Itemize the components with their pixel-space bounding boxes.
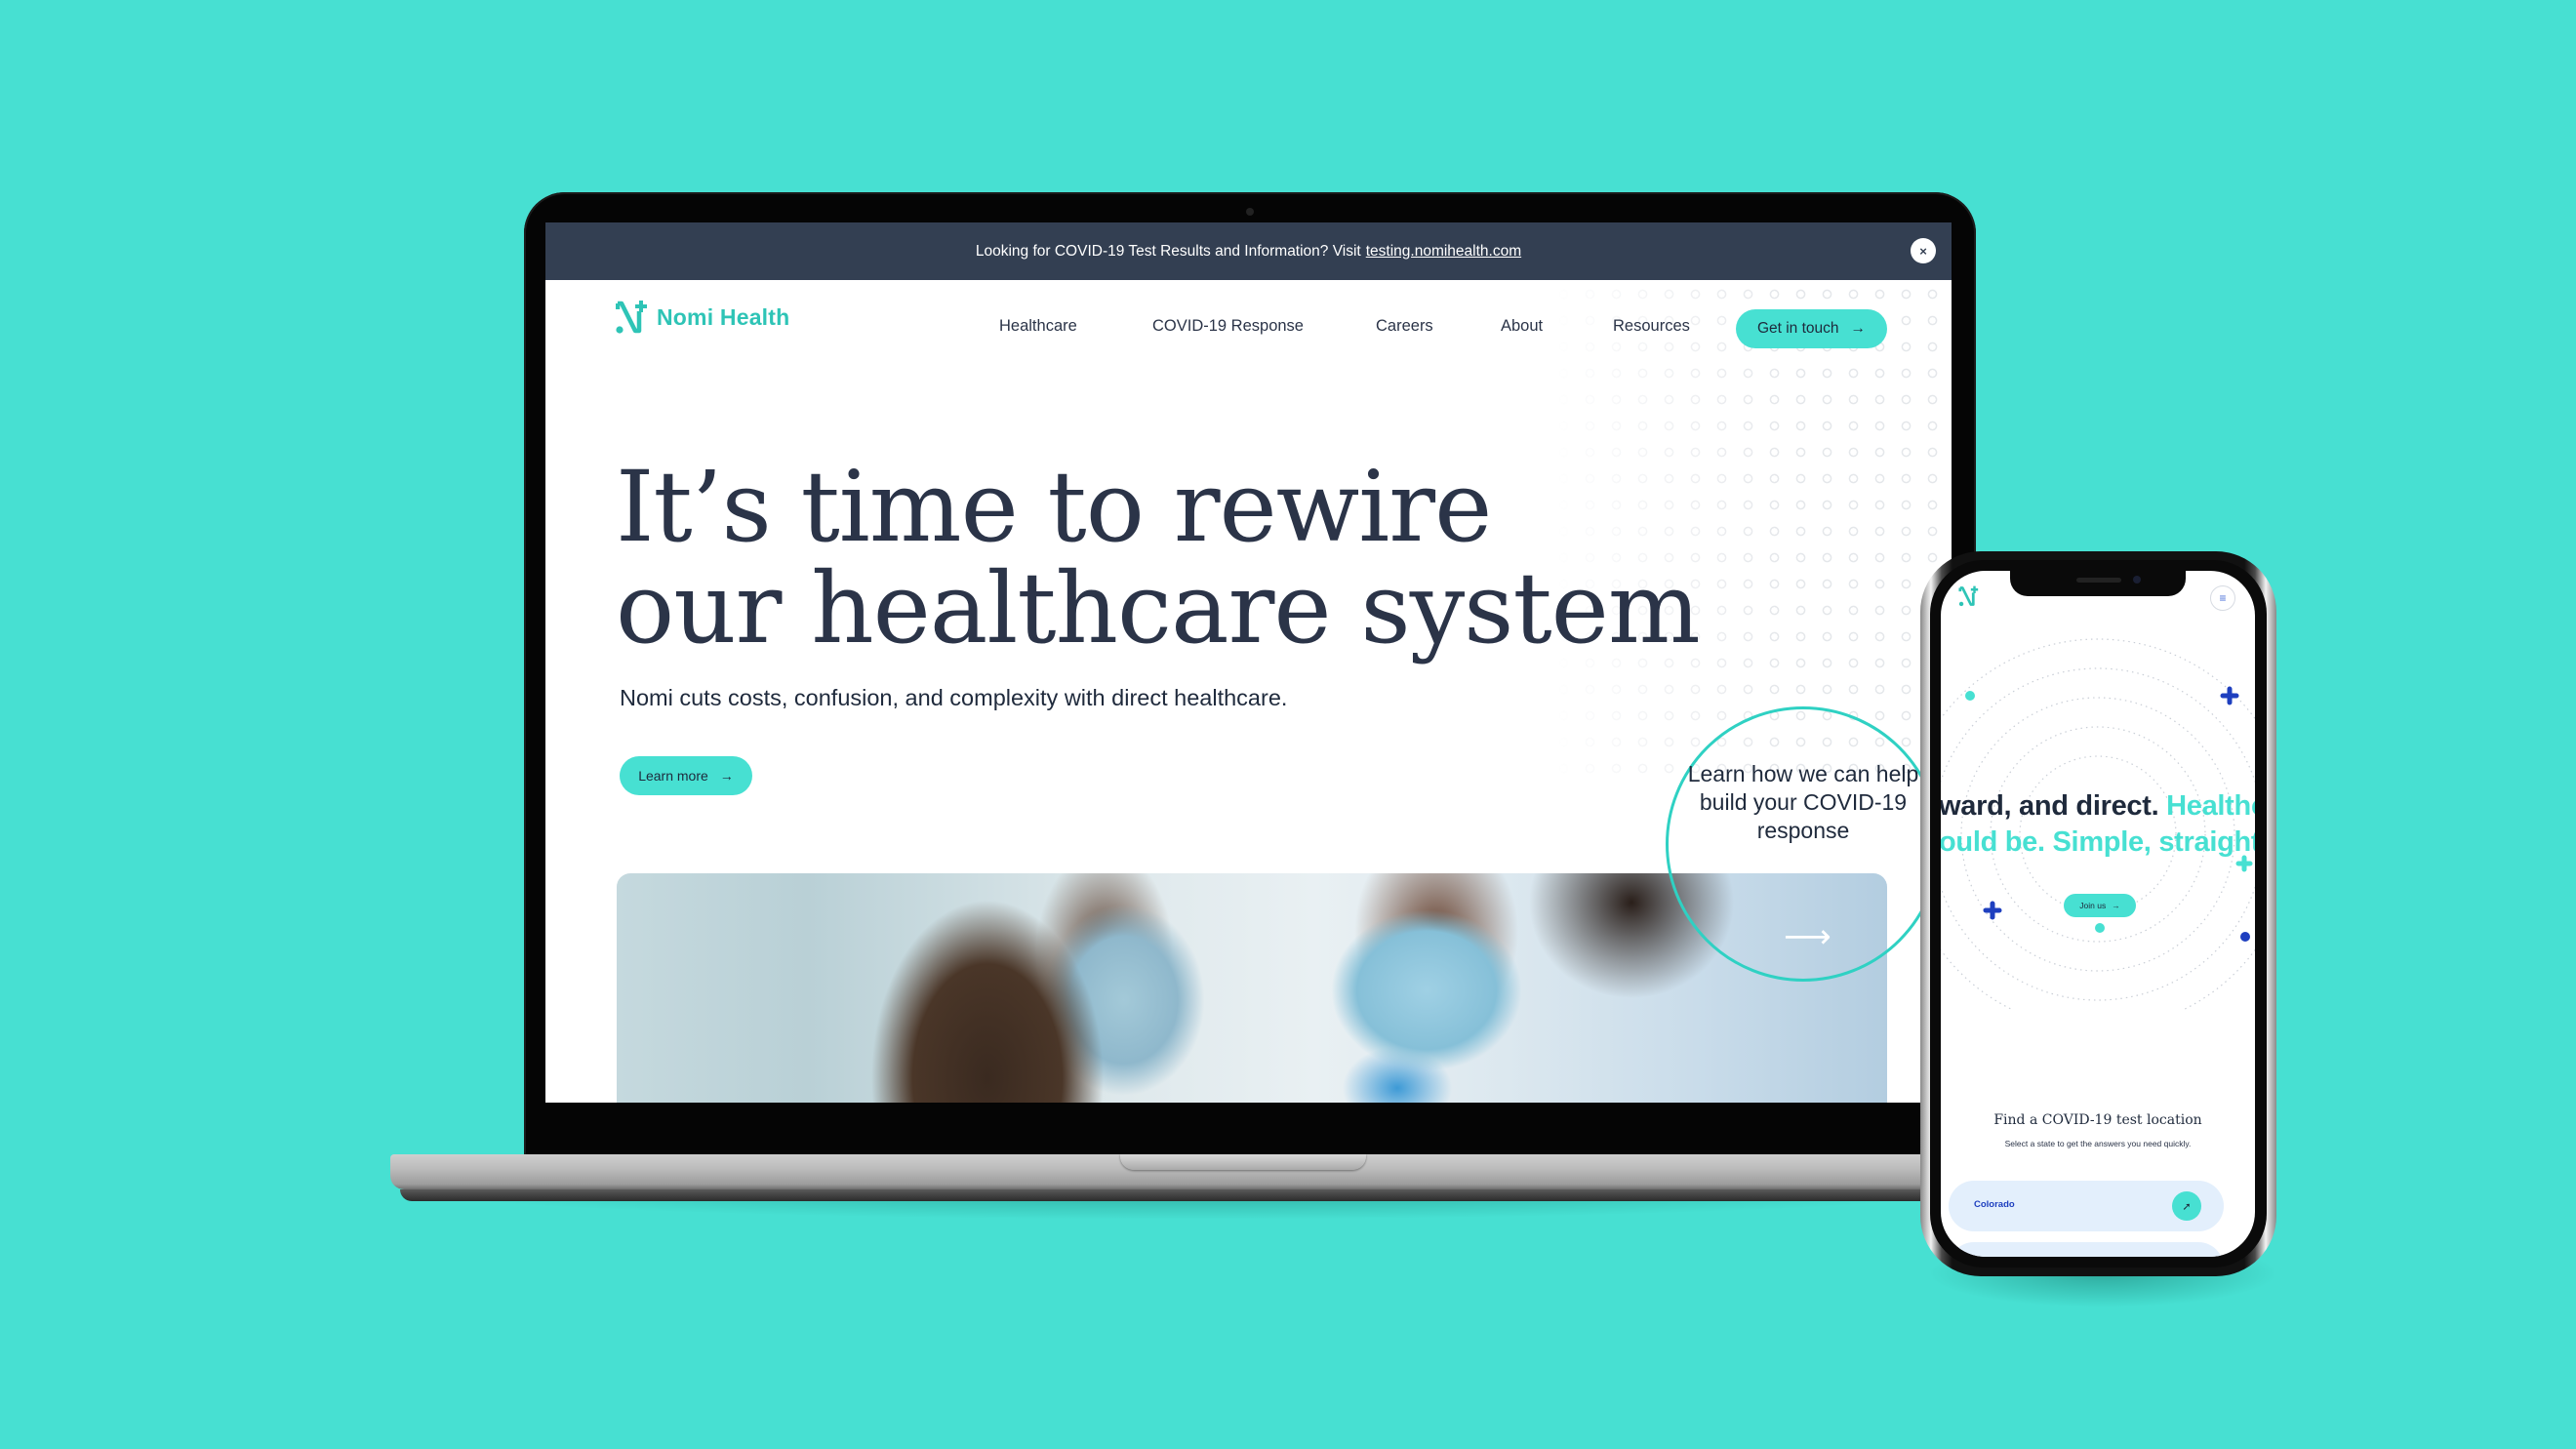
join-us-label: Join us — [2079, 901, 2107, 910]
arrow-right-icon: → — [2112, 901, 2120, 910]
hamburger-menu-icon[interactable]: ≡ — [2210, 585, 2235, 611]
state-option[interactable] — [1949, 1242, 2224, 1257]
phone-notch — [2010, 571, 2186, 596]
main-nav: Nomi Health Healthcare COVID-19 Response… — [545, 280, 1952, 382]
nomi-n-plus-logo-icon[interactable] — [1958, 585, 1980, 607]
hero-title-line1: It’s time to rewire — [616, 450, 1492, 564]
logo[interactable]: Nomi Health — [616, 300, 789, 335]
hero-title-line2: our healthcare system — [616, 551, 1701, 665]
arrow-right-icon: → — [719, 768, 734, 784]
banner-link[interactable]: testing.nomihealth.com — [1366, 243, 1521, 261]
covid-banner: Looking for COVID-19 Test Results and In… — [545, 222, 1952, 280]
arrow-right-icon: ⟶ — [1784, 918, 1831, 955]
banner-text: Looking for COVID-19 Test Results and In… — [975, 242, 1361, 260]
laptop-camera — [1246, 208, 1254, 216]
get-in-touch-button[interactable]: Get in touch → — [1736, 309, 1887, 348]
mobile-hero-dark-text: ward, and direct. — [1941, 790, 2159, 822]
covid-response-circle-link[interactable]: Learn how we can help build your COVID-1… — [1666, 706, 1941, 982]
phone-front-camera — [2133, 576, 2141, 584]
blue-plus-icon — [2220, 686, 2239, 705]
join-us-button[interactable]: Join us → — [2064, 894, 2136, 917]
circle-cta-text: Learn how we can help build your COVID-1… — [1687, 761, 1919, 843]
nav-item-covid-response[interactable]: COVID-19 Response — [1152, 317, 1304, 336]
nav-item-healthcare[interactable]: Healthcare — [999, 317, 1077, 336]
laptop-base-edge — [400, 1189, 1971, 1201]
learn-more-label: Learn more — [638, 768, 708, 784]
mobile-hero-teal-text: Healthc — [2166, 790, 2255, 822]
phone-speaker — [2076, 578, 2121, 583]
get-in-touch-label: Get in touch — [1756, 320, 1839, 337]
blue-dot — [2240, 932, 2250, 942]
find-test-location-subtitle: Select a state to get the answers you ne… — [2004, 1139, 2192, 1148]
learn-more-button[interactable]: Learn more → — [620, 756, 752, 795]
teal-dot — [1965, 691, 1975, 701]
close-icon[interactable]: × — [1911, 238, 1936, 263]
logo-text: Nomi Health — [657, 303, 790, 330]
laptop-opening-notch — [1120, 1154, 1366, 1170]
state-option-colorado[interactable]: Colorado ➚ — [1949, 1181, 2224, 1231]
nomi-n-plus-logo-icon — [616, 301, 647, 334]
hero-subtitle: Nomi cuts costs, confusion, and complexi… — [620, 685, 1288, 710]
teal-dot — [2095, 923, 2105, 933]
teal-plus-icon — [2235, 855, 2253, 872]
blue-plus-icon — [1983, 901, 2002, 920]
state-label: Colorado — [1974, 1199, 2015, 1210]
hero-title: It’s time to rewire our healthcare syste… — [616, 450, 1701, 665]
mobile-hero-line2: ould be. Simple, straightf — [1941, 826, 2255, 858]
nav-item-careers[interactable]: Careers — [1376, 317, 1433, 336]
laptop-screen: Looking for COVID-19 Test Results and In… — [545, 222, 1952, 1103]
phone-screen: Get in touch → ≡ ward, and direct. Healt… — [1941, 571, 2255, 1257]
arrow-diagonal-icon[interactable]: ➚ — [2172, 1191, 2201, 1221]
mobile-hero-line1: ward, and direct. Healthc — [1941, 790, 2255, 823]
find-test-location-title: Find a COVID-19 test location — [1993, 1112, 2202, 1128]
arrow-right-icon: → — [1850, 320, 1867, 337]
nav-item-resources[interactable]: Resources — [1613, 317, 1690, 336]
nav-item-about[interactable]: About — [1501, 317, 1543, 336]
